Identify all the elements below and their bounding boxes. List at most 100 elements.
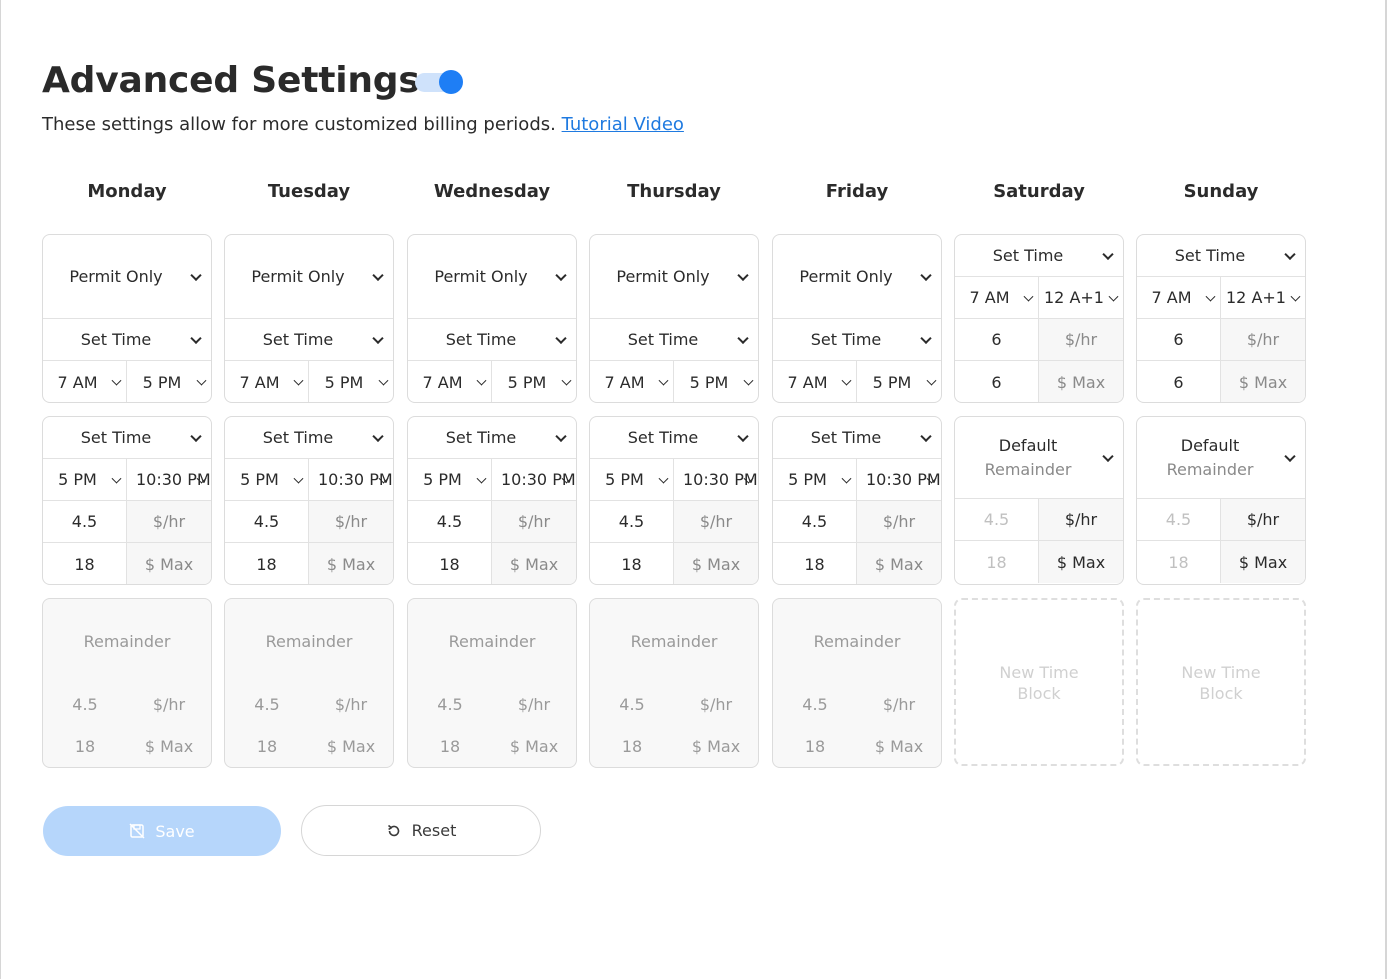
set-time-select[interactable]: Set Time [225, 417, 393, 458]
mode-select[interactable]: Permit Only [590, 235, 758, 318]
mode-row: Default Remainder [1137, 417, 1305, 499]
start-time-select[interactable]: 7 AM [1137, 277, 1221, 318]
rate-row: 4.5 $/hr [408, 501, 576, 543]
new-time-block-button[interactable]: New Time Block [954, 598, 1124, 766]
set-time-select[interactable]: Set Time [773, 319, 941, 360]
mode-select[interactable]: Permit Only [43, 235, 211, 318]
rate-input[interactable]: 4.5 [408, 501, 492, 542]
start-time-select[interactable]: 7 AM [408, 361, 492, 402]
end-time-select[interactable]: 10:30 PM [127, 459, 211, 500]
end-time-select[interactable]: 5 PM [857, 361, 941, 402]
remainder-max-unit: $ Max [874, 737, 924, 756]
rate-input[interactable]: 6 [1137, 319, 1221, 360]
set-time-select[interactable]: Set Time [225, 319, 393, 360]
max-input[interactable]: 18 [590, 543, 674, 584]
time-range-row: 5 PM 10:30 PM [773, 459, 941, 501]
time-block-1: Permit Only Set Time 7 AM 5 PM [224, 234, 394, 403]
set-time-select[interactable]: Set Time [408, 319, 576, 360]
max-row: 18 $ Max [773, 543, 941, 584]
end-time-select[interactable]: 5 PM [674, 361, 758, 402]
end-time-select[interactable]: 10:30 PM [309, 459, 393, 500]
save-button[interactable]: Save [43, 806, 281, 856]
max-input[interactable]: 18 [43, 543, 127, 584]
chevron-down-icon [1108, 291, 1119, 302]
max-input[interactable]: 18 [955, 541, 1039, 583]
tutorial-video-link[interactable]: Tutorial Video [562, 114, 684, 135]
set-time-select[interactable]: Set Time [43, 319, 211, 360]
advanced-settings-toggle[interactable] [415, 70, 465, 94]
set-time-select[interactable]: Set Time [1137, 235, 1305, 276]
rate-input[interactable]: 4.5 [225, 501, 309, 542]
mode-select[interactable]: Default Remainder [1137, 417, 1305, 498]
start-time-select[interactable]: 5 PM [408, 459, 492, 500]
set-time-select[interactable]: Set Time [773, 417, 941, 458]
rate-unit: $/hr [857, 501, 941, 542]
rate-row: 6 $/hr [955, 319, 1123, 361]
end-time-select[interactable]: 5 PM [127, 361, 211, 402]
start-time-select[interactable]: 7 AM [773, 361, 857, 402]
max-input[interactable]: 6 [955, 361, 1039, 402]
new-time-block-label: New Time Block [1181, 663, 1261, 703]
set-time-select[interactable]: Set Time [955, 235, 1123, 276]
remainder-max-unit: $ Max [691, 737, 741, 756]
remainder-rate-row: 4.5 $/hr [43, 695, 211, 714]
mode-select[interactable]: Permit Only [773, 235, 941, 318]
max-row: 18 $ Max [225, 543, 393, 584]
set-time-select[interactable]: Set Time [590, 319, 758, 360]
set-time-row: Set Time [590, 319, 758, 361]
time-range-row: 7 AM 5 PM [590, 361, 758, 402]
rate-input[interactable]: 4.5 [955, 499, 1039, 540]
set-time-select[interactable]: Set Time [590, 417, 758, 458]
day-header-6: Sunday [1183, 181, 1259, 202]
end-time-select[interactable]: 10:30 PM [674, 459, 758, 500]
remainder-max: 18 [621, 737, 643, 756]
remainder-block: Remainder 4.5 $/hr 18 $ Max [589, 598, 759, 768]
max-input[interactable]: 6 [1137, 361, 1221, 402]
remainder-rate-row: 4.5 $/hr [590, 695, 758, 714]
mode-select[interactable]: Permit Only [225, 235, 393, 318]
chevron-down-icon [111, 375, 122, 386]
chevron-down-icon [372, 332, 384, 344]
start-time-select[interactable]: 5 PM [590, 459, 674, 500]
end-time-select[interactable]: 12 A+1 [1039, 277, 1123, 318]
end-time-select[interactable]: 10:30 PM [857, 459, 941, 500]
reset-button[interactable]: Reset [301, 805, 541, 856]
max-unit: $ Max [1221, 541, 1305, 583]
max-input[interactable]: 18 [408, 543, 492, 584]
mode-select[interactable]: Default Remainder [955, 417, 1123, 498]
set-time-row: Set Time [43, 319, 211, 361]
max-input[interactable]: 18 [773, 543, 857, 584]
rate-input[interactable]: 4.5 [590, 501, 674, 542]
rate-input[interactable]: 4.5 [43, 501, 127, 542]
max-input[interactable]: 18 [1137, 541, 1221, 583]
max-input[interactable]: 18 [225, 543, 309, 584]
end-time-select[interactable]: 5 PM [309, 361, 393, 402]
remainder-max: 18 [804, 737, 826, 756]
rate-unit: $/hr [1039, 319, 1123, 360]
start-time-select[interactable]: 7 AM [43, 361, 127, 402]
start-time-select[interactable]: 7 AM [225, 361, 309, 402]
mode-select[interactable]: Permit Only [408, 235, 576, 318]
start-time-select[interactable]: 5 PM [225, 459, 309, 500]
end-time-select[interactable]: 5 PM [492, 361, 576, 402]
time-range-row: 5 PM 10:30 PM [408, 459, 576, 501]
set-time-select[interactable]: Set Time [43, 417, 211, 458]
save-button-label: Save [155, 821, 195, 841]
max-row: 6 $ Max [1137, 361, 1305, 402]
remainder-max-row: 18 $ Max [225, 737, 393, 756]
start-time-select[interactable]: 5 PM [43, 459, 127, 500]
start-time-select[interactable]: 7 AM [590, 361, 674, 402]
rate-input[interactable]: 4.5 [773, 501, 857, 542]
chevron-down-icon [1102, 450, 1114, 462]
start-time-select[interactable]: 5 PM [773, 459, 857, 500]
rate-input[interactable]: 6 [955, 319, 1039, 360]
rate-input[interactable]: 4.5 [1137, 499, 1221, 540]
new-time-block-button[interactable]: New Time Block [1136, 598, 1306, 766]
chevron-down-icon [190, 269, 202, 281]
start-time-select[interactable]: 7 AM [955, 277, 1039, 318]
end-time-select[interactable]: 12 A+1 [1221, 277, 1305, 318]
remainder-rate: 4.5 [437, 695, 463, 714]
set-time-select[interactable]: Set Time [408, 417, 576, 458]
max-unit: $ Max [1039, 541, 1123, 583]
end-time-select[interactable]: 10:30 PM [492, 459, 576, 500]
